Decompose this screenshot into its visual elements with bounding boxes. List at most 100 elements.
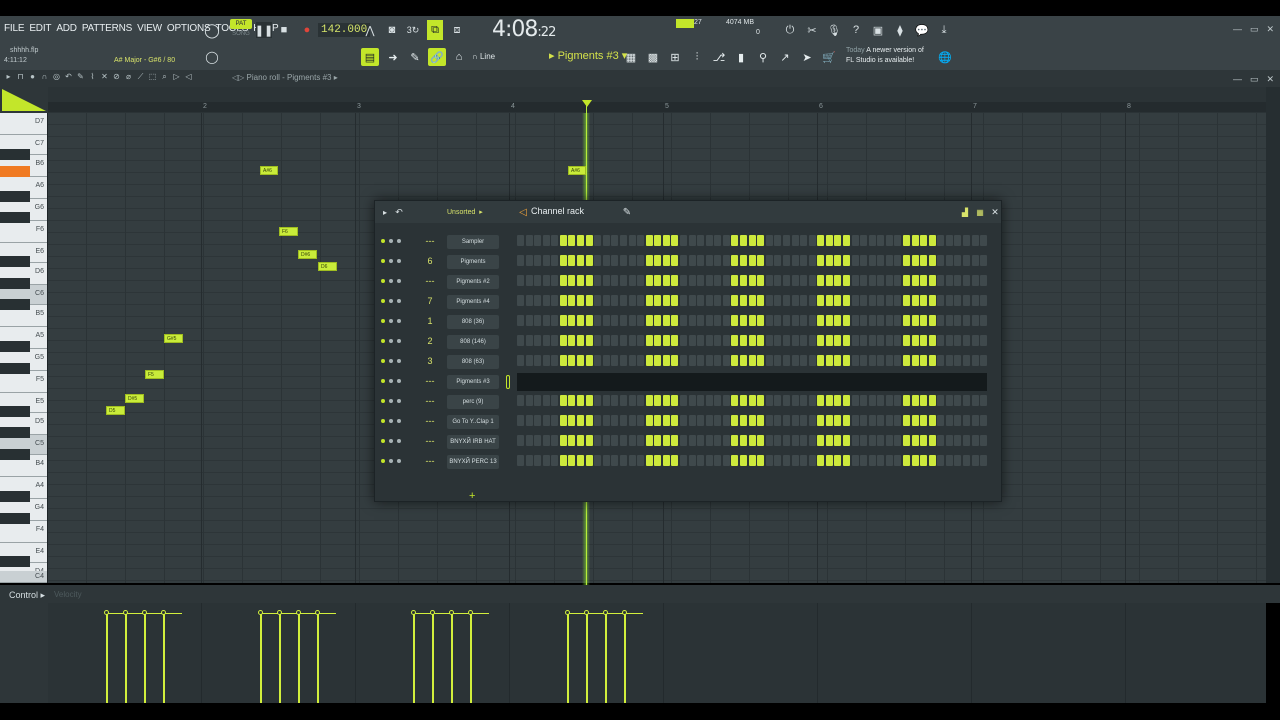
globe-icon[interactable]: 🌐 bbox=[936, 48, 954, 66]
step-button[interactable] bbox=[525, 455, 533, 466]
draw-icon[interactable]: ✎ bbox=[406, 48, 424, 66]
step-button[interactable] bbox=[945, 455, 953, 466]
step-button[interactable] bbox=[731, 355, 739, 366]
step-button[interactable] bbox=[817, 335, 825, 346]
step-button[interactable] bbox=[774, 315, 782, 326]
chat-icon[interactable]: 💬 bbox=[914, 22, 930, 38]
channel-name-button[interactable]: 808 (146) bbox=[447, 335, 499, 349]
step-button[interactable] bbox=[903, 315, 911, 326]
pr-mute-icon[interactable]: ⌀ bbox=[124, 72, 133, 82]
channel-controls[interactable] bbox=[381, 339, 401, 343]
step-button[interactable] bbox=[834, 335, 842, 346]
touch-keyboard-icon[interactable]: ➤ bbox=[798, 48, 816, 66]
step-button[interactable] bbox=[705, 335, 713, 346]
step-button[interactable] bbox=[654, 315, 662, 326]
step-button[interactable] bbox=[877, 275, 885, 286]
step-button[interactable] bbox=[911, 335, 919, 346]
step-button[interactable] bbox=[808, 275, 816, 286]
step-button[interactable] bbox=[928, 275, 936, 286]
step-button[interactable] bbox=[817, 435, 825, 446]
step-button[interactable] bbox=[911, 295, 919, 306]
cut-icon[interactable]: ✂ bbox=[804, 22, 820, 38]
step-button[interactable] bbox=[705, 415, 713, 426]
mixer-track-number[interactable]: --- bbox=[423, 436, 437, 446]
step-button[interactable] bbox=[568, 435, 576, 446]
step-button[interactable] bbox=[877, 415, 885, 426]
step-button[interactable] bbox=[525, 255, 533, 266]
step-button[interactable] bbox=[585, 275, 593, 286]
step-button[interactable] bbox=[885, 415, 893, 426]
velocity-handle[interactable] bbox=[161, 610, 166, 615]
step-button[interactable] bbox=[688, 455, 696, 466]
step-button[interactable] bbox=[980, 335, 988, 346]
step-button[interactable] bbox=[740, 235, 748, 246]
note[interactable]: F5 bbox=[145, 370, 164, 379]
step-button[interactable] bbox=[877, 335, 885, 346]
step-button[interactable] bbox=[885, 315, 893, 326]
step-button[interactable] bbox=[885, 235, 893, 246]
step-button[interactable] bbox=[714, 435, 722, 446]
step-button[interactable] bbox=[817, 255, 825, 266]
speaker-icon[interactable]: ◁ bbox=[515, 204, 531, 220]
step-button[interactable] bbox=[662, 295, 670, 306]
note[interactable]: D#5 bbox=[125, 394, 144, 403]
step-button[interactable] bbox=[594, 435, 602, 446]
step-button[interactable] bbox=[628, 395, 636, 406]
step-button[interactable] bbox=[542, 395, 550, 406]
step-button[interactable] bbox=[731, 335, 739, 346]
song-mode[interactable]: SONG bbox=[230, 29, 252, 39]
menu-file[interactable]: FILE bbox=[4, 23, 25, 34]
step-button[interactable] bbox=[611, 415, 619, 426]
pattern-selector[interactable]: ▸ Pigments #3 ▾ bbox=[549, 49, 627, 62]
step-button[interactable] bbox=[517, 295, 524, 306]
step-button[interactable] bbox=[903, 435, 911, 446]
step-button[interactable] bbox=[791, 335, 799, 346]
step-button[interactable] bbox=[740, 455, 748, 466]
pr-slice-icon[interactable]: ⟋ bbox=[136, 72, 145, 82]
step-button[interactable] bbox=[885, 335, 893, 346]
step-button[interactable] bbox=[945, 435, 953, 446]
step-button[interactable] bbox=[637, 255, 645, 266]
step-button[interactable] bbox=[808, 255, 816, 266]
step-button[interactable] bbox=[928, 435, 936, 446]
step-button[interactable] bbox=[585, 255, 593, 266]
step-button[interactable] bbox=[611, 315, 619, 326]
step-button[interactable] bbox=[671, 315, 679, 326]
step-button[interactable] bbox=[963, 255, 971, 266]
step-button[interactable] bbox=[697, 395, 705, 406]
step-button[interactable] bbox=[765, 295, 773, 306]
step-button[interactable] bbox=[619, 395, 627, 406]
step-button[interactable] bbox=[765, 435, 773, 446]
step-button[interactable] bbox=[628, 335, 636, 346]
step-button[interactable] bbox=[791, 235, 799, 246]
step-button[interactable] bbox=[765, 275, 773, 286]
step-button[interactable] bbox=[757, 235, 765, 246]
step-button[interactable] bbox=[679, 335, 687, 346]
step-button[interactable] bbox=[637, 395, 645, 406]
project-icon[interactable]: ▮ bbox=[732, 48, 750, 66]
black-key-active[interactable] bbox=[0, 166, 30, 177]
step-button[interactable] bbox=[980, 295, 988, 306]
step-button[interactable] bbox=[877, 295, 885, 306]
master-volume-knob-icon[interactable]: ◯ bbox=[204, 22, 220, 38]
step-button[interactable] bbox=[808, 355, 816, 366]
step-button[interactable] bbox=[945, 395, 953, 406]
news-panel[interactable]: Today A newer version of FL Studio is av… bbox=[846, 46, 924, 66]
step-button[interactable] bbox=[577, 295, 585, 306]
step-button[interactable] bbox=[679, 315, 687, 326]
step-button[interactable] bbox=[825, 255, 833, 266]
note[interactable]: F6 bbox=[279, 227, 298, 236]
step-button[interactable] bbox=[800, 355, 808, 366]
step-button[interactable] bbox=[619, 415, 627, 426]
channel-controls[interactable] bbox=[381, 439, 401, 443]
step-button[interactable] bbox=[662, 355, 670, 366]
step-button[interactable] bbox=[688, 295, 696, 306]
step-button[interactable] bbox=[860, 435, 868, 446]
step-button[interactable] bbox=[963, 355, 971, 366]
step-button[interactable] bbox=[851, 455, 859, 466]
step-button[interactable] bbox=[602, 255, 610, 266]
step-button[interactable] bbox=[637, 335, 645, 346]
step-button[interactable] bbox=[697, 315, 705, 326]
step-button[interactable] bbox=[791, 315, 799, 326]
step-button[interactable] bbox=[842, 415, 850, 426]
